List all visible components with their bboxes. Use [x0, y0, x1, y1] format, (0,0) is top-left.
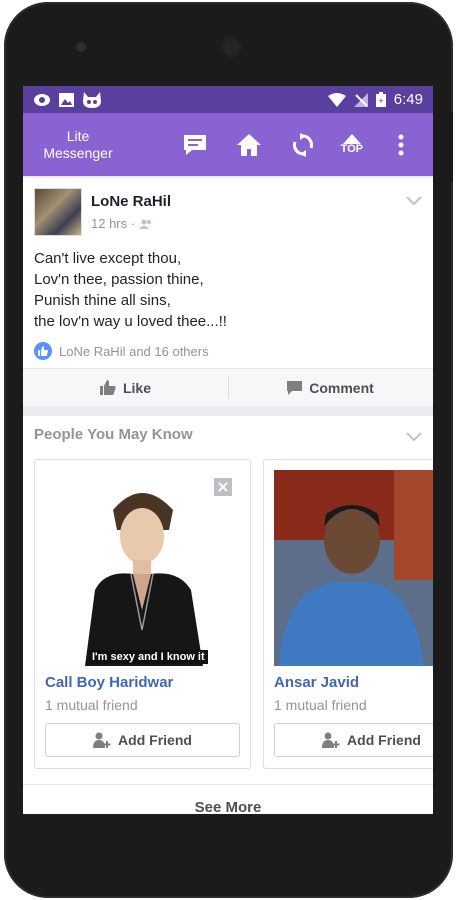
- person-name[interactable]: Call Boy Haridwar: [45, 674, 250, 691]
- scroll-top-button[interactable]: TOP: [341, 134, 363, 155]
- likes-summary[interactable]: LoNe RaHil and 16 others: [34, 342, 422, 368]
- add-friend-label: Add Friend: [118, 732, 192, 748]
- person-card: Ansar Javid 1 mutual friend Add Friend: [263, 459, 433, 769]
- like-label: Like: [122, 379, 151, 396]
- app-title: Lite Messenger: [23, 128, 133, 162]
- add-friend-icon: [93, 732, 111, 748]
- person-photo[interactable]: [274, 470, 433, 666]
- pymk-title: People You May Know: [34, 426, 193, 443]
- chevron-down-icon[interactable]: [406, 432, 422, 442]
- more-vert-icon[interactable]: [385, 129, 417, 161]
- post-line: Lov'n thee, passion thine,: [34, 271, 204, 288]
- person-photo[interactable]: I'm sexy and I know it: [45, 470, 240, 666]
- see-more-button[interactable]: See More: [23, 784, 433, 814]
- post-actions: Like Comment: [23, 368, 433, 406]
- post-author[interactable]: LoNe RaHil: [91, 193, 171, 210]
- mutual-friends: 1 mutual friend: [274, 697, 367, 713]
- mutual-friends: 1 mutual friend: [45, 697, 138, 713]
- app-bar: Lite Messenger TOP: [23, 113, 433, 176]
- status-bar: + 6:49: [23, 86, 433, 113]
- app-title-line1: Lite: [66, 127, 90, 144]
- front-camera: [220, 36, 242, 58]
- friends-icon: [139, 219, 152, 229]
- svg-text:+: +: [378, 96, 383, 106]
- wifi-icon: [327, 92, 346, 107]
- chevron-down-icon[interactable]: [406, 196, 422, 206]
- post-line: Can't live except thou,: [34, 250, 182, 267]
- battery-icon: +: [375, 92, 386, 107]
- people-you-may-know: People You May Know I'm sexy and I know …: [23, 416, 433, 814]
- like-badge-icon: [34, 342, 52, 360]
- person-card: I'm sexy and I know it Call Boy Haridwar…: [34, 459, 251, 769]
- home-icon[interactable]: [233, 129, 265, 161]
- like-button[interactable]: Like: [23, 369, 228, 406]
- avatar[interactable]: [34, 188, 82, 236]
- top-label: TOP: [340, 143, 363, 155]
- dismiss-icon[interactable]: [214, 478, 232, 496]
- sensor-dot: [76, 42, 86, 52]
- comment-button[interactable]: Comment: [228, 369, 433, 406]
- post-card: LoNe RaHil 12 hrs · Can't live except th…: [23, 178, 433, 406]
- add-friend-button[interactable]: Add Friend: [274, 723, 433, 757]
- add-friend-icon: [322, 732, 340, 748]
- eye-icon: [34, 93, 50, 106]
- pymk-list: I'm sexy and I know it Call Boy Haridwar…: [23, 459, 433, 769]
- clock: 6:49: [393, 91, 423, 108]
- refresh-icon[interactable]: [287, 129, 319, 161]
- add-friend-button[interactable]: Add Friend: [45, 723, 240, 757]
- post-time: 12 hrs ·: [91, 216, 171, 231]
- photo-caption: I'm sexy and I know it: [89, 650, 208, 664]
- app-title-line2: Messenger: [43, 144, 113, 161]
- add-friend-label: Add Friend: [347, 732, 421, 748]
- thumbs-up-icon: [99, 380, 116, 395]
- signal-off-icon: [353, 92, 368, 107]
- image-icon: [59, 92, 74, 107]
- comment-icon: [287, 380, 303, 395]
- post-line: Punish thine all sins,: [34, 292, 171, 309]
- post-line: the lov'n way u loved thee...!!: [34, 313, 227, 330]
- comment-label: Comment: [309, 379, 374, 396]
- post-text: Can't live except thou, Lov'n thee, pass…: [34, 248, 422, 332]
- messages-icon[interactable]: [179, 129, 211, 161]
- screen: + 6:49 Lite Messenger TOP LoNe RaHil 12 …: [23, 86, 433, 814]
- power-button: [448, 112, 453, 182]
- post-time-text: 12 hrs ·: [91, 216, 136, 231]
- person-name[interactable]: Ansar Javid: [274, 674, 433, 691]
- android-cat-icon: [83, 91, 101, 108]
- likes-text: LoNe RaHil and 16 others: [59, 343, 209, 359]
